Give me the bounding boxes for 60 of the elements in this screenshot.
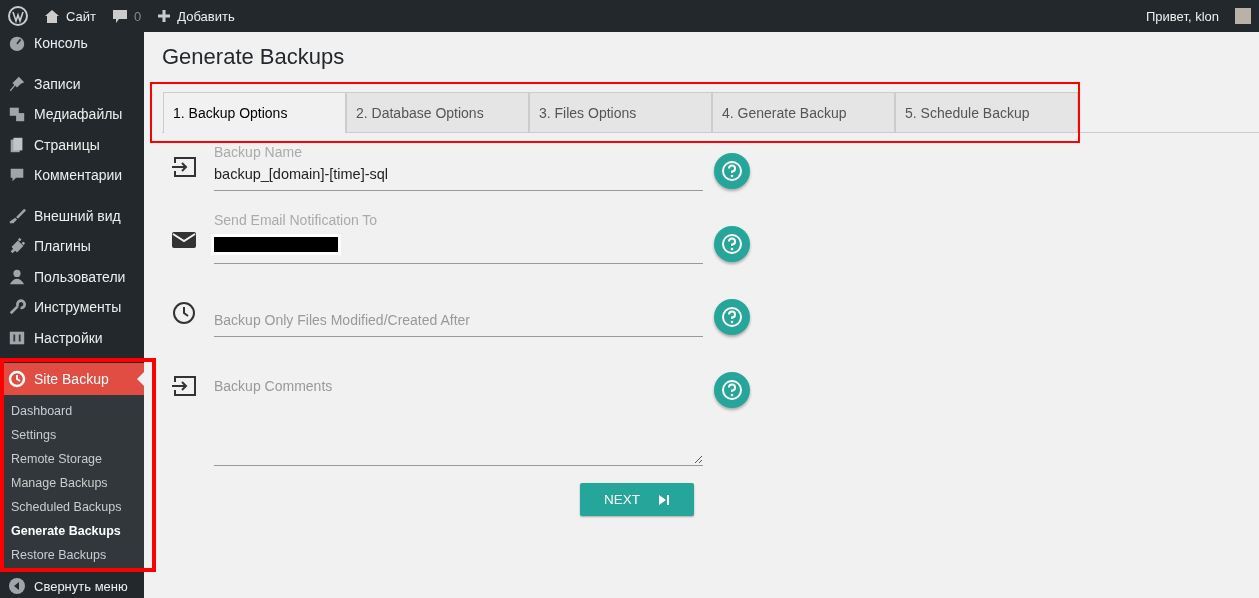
history-icon bbox=[8, 370, 26, 388]
sidebar-item[interactable]: Медиафайлы bbox=[0, 99, 144, 130]
step-tab[interactable]: 1. Backup Options bbox=[163, 92, 346, 133]
plugin-icon bbox=[8, 237, 26, 256]
input-icon bbox=[171, 155, 197, 179]
field-placeholder: Backup Comments bbox=[214, 378, 334, 394]
field-label: Backup Name bbox=[214, 144, 303, 160]
collapse-menu-link[interactable]: Свернуть меню bbox=[34, 578, 128, 594]
plus-icon bbox=[157, 9, 172, 23]
help-button[interactable] bbox=[714, 226, 750, 262]
media-icon bbox=[8, 105, 26, 124]
step-tab[interactable]: 4. Generate Backup bbox=[712, 92, 895, 132]
help-button[interactable] bbox=[714, 372, 750, 408]
step-tab[interactable]: 2. Database Options bbox=[346, 92, 529, 132]
help-button[interactable] bbox=[714, 299, 750, 335]
site-link[interactable]: Сайт bbox=[66, 8, 96, 24]
submenu-item[interactable]: Generate Backups bbox=[0, 519, 144, 543]
submenu-item[interactable]: Manage Backups bbox=[0, 471, 144, 495]
wordpress-logo[interactable] bbox=[8, 6, 28, 26]
question-icon bbox=[721, 160, 743, 182]
question-icon bbox=[721, 379, 743, 401]
dashboard-icon bbox=[8, 34, 26, 53]
comment-count[interactable]: 0 bbox=[134, 8, 142, 24]
skip-next-icon bbox=[658, 493, 670, 506]
question-icon bbox=[721, 233, 743, 255]
submenu-item[interactable]: Dashboard bbox=[0, 399, 144, 423]
pin-icon bbox=[8, 74, 26, 93]
brush-icon bbox=[8, 206, 26, 225]
sidebar-item[interactable]: Инструменты bbox=[0, 292, 144, 323]
sidebar-item[interactable]: Настройки bbox=[0, 322, 144, 353]
user-icon bbox=[8, 267, 26, 286]
question-icon bbox=[721, 306, 743, 328]
sidebar-item[interactable]: Страницы bbox=[0, 129, 144, 160]
collapse-icon bbox=[8, 577, 26, 595]
resize-grip-icon bbox=[694, 455, 702, 463]
home-icon bbox=[44, 8, 60, 24]
clock-icon bbox=[171, 301, 197, 325]
sidebar-item[interactable]: Пользователи bbox=[0, 261, 144, 292]
field-label: Send Email Notification To bbox=[214, 212, 379, 228]
sidebar-item[interactable]: Плагины bbox=[0, 231, 144, 262]
field-value: backup_[domain]-[time]-sql bbox=[214, 166, 390, 182]
submenu-item[interactable]: Settings bbox=[0, 423, 144, 447]
add-new-link[interactable]: Добавить bbox=[177, 8, 235, 24]
field-placeholder: Backup Only Files Modified/Created After bbox=[214, 312, 471, 328]
step-tab[interactable]: 3. Files Options bbox=[529, 92, 712, 132]
sidebar-item[interactable]: Внешний вид bbox=[0, 200, 144, 231]
input-icon bbox=[171, 374, 197, 398]
submenu-item[interactable]: Scheduled Backups bbox=[0, 495, 144, 519]
sidebar-item[interactable]: Комментарии bbox=[0, 160, 144, 191]
submenu-item[interactable]: Restore Backups bbox=[0, 543, 144, 567]
help-button[interactable] bbox=[714, 153, 750, 189]
wrench-icon bbox=[8, 298, 26, 317]
sidebar-item[interactable]: Записи bbox=[0, 68, 144, 99]
page-title: Generate Backups bbox=[162, 44, 346, 70]
comment-icon bbox=[112, 8, 128, 24]
input-field[interactable]: Backup Name backup_[domain]-[time]-sql bbox=[214, 139, 703, 191]
step-tab[interactable]: 5. Schedule Backup bbox=[895, 92, 1078, 132]
greeting-link[interactable]: Привет, klon bbox=[1146, 8, 1219, 24]
submenu-item[interactable]: Remote Storage bbox=[0, 447, 144, 471]
sidebar-item[interactable]: Консоль bbox=[0, 28, 144, 59]
